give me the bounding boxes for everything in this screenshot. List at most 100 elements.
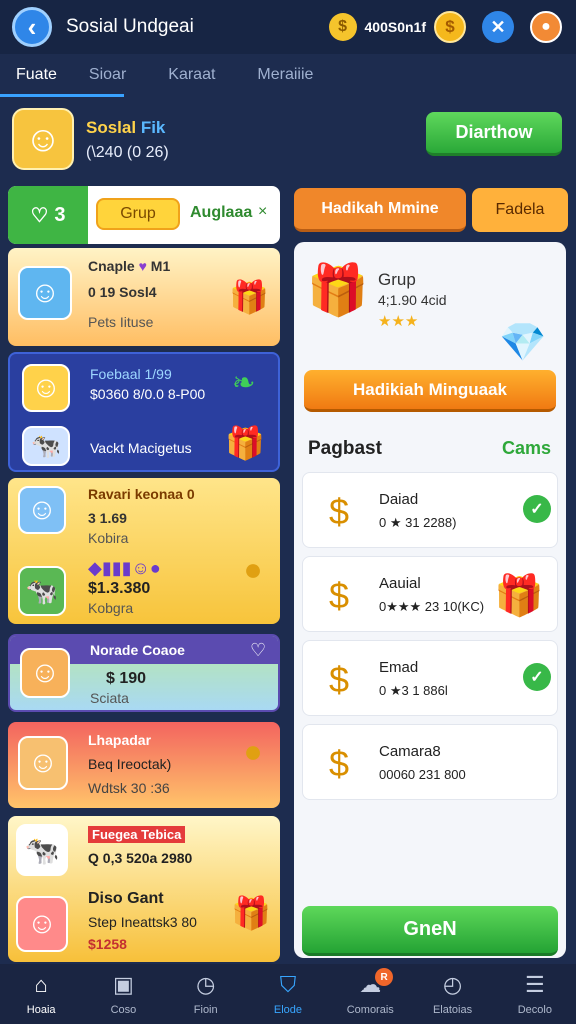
- group-price: $ 190: [106, 670, 147, 687]
- group-avatar: ☺: [18, 266, 72, 320]
- group-price: $1.3.380: [88, 580, 151, 597]
- profile-name: Soslal Fik: [86, 118, 166, 137]
- heart-icon: ♡: [250, 640, 267, 660]
- close-button[interactable]: ✕: [482, 11, 514, 43]
- dollar-coin-icon: $: [328, 491, 350, 532]
- tab-meraiiie[interactable]: Meraiiie: [241, 56, 329, 96]
- profile-header: ☺ Soslal Fik (\240 (0 26) Diarthow: [12, 108, 564, 172]
- clock-icon: ◷: [196, 972, 216, 997]
- coins-icon: ●: [243, 732, 263, 769]
- group-desc: Sciata: [90, 690, 129, 706]
- reward-row[interactable]: $ Daiad 0 ★ 31 2288) ✓: [302, 472, 558, 548]
- group-name: Norade Coaoe: [90, 642, 185, 658]
- group-card[interactable]: ☺ Lhapadar Beq Ireoctak) Wdtsk 30 :36 ●: [8, 722, 280, 808]
- nav-elode[interactable]: ⛉ Elode: [247, 964, 329, 1024]
- check-icon: ✓: [523, 663, 551, 691]
- gift-icon[interactable]: 🎁: [224, 422, 266, 464]
- group-price: $1258: [88, 936, 127, 952]
- group-list-header: ♡ 3 Grup Auglaaa ×: [8, 186, 280, 244]
- nav-home[interactable]: ⌂ Hoaia: [0, 964, 82, 1024]
- section-link[interactable]: Cams: [502, 438, 551, 459]
- badges-row: ◆▮▮▮☺●: [88, 558, 161, 578]
- group-card[interactable]: ☺ Cnaple ♥ M1 0 19 Sosl4 Pets Iituse 🎁: [8, 248, 280, 346]
- group-card[interactable]: ☺ Foebaal 1/99 $0360 8/0.0 8-P00 ❧ 🐄 Vac…: [8, 352, 280, 472]
- tab-bar: Fuate Sioar Karaat Meraiiie: [0, 56, 576, 96]
- coin-stack-icon: $: [328, 575, 350, 616]
- close-filter-button[interactable]: ×: [258, 203, 267, 221]
- heart-icon: ♡: [30, 204, 49, 227]
- reward-amount: 4;1.90 4cid: [378, 292, 447, 308]
- nav-comorais[interactable]: ☁ R Comorais: [329, 964, 411, 1024]
- tab-karaat[interactable]: Karaat: [152, 56, 231, 96]
- notification-badge: R: [375, 968, 394, 986]
- tab-fuate[interactable]: Fuate: [0, 56, 73, 96]
- gift-icon[interactable]: 🎁: [228, 276, 270, 318]
- tab-hadikah-mmine[interactable]: Hadikah Mmine: [294, 188, 466, 232]
- reward-stars: ★★★: [378, 313, 419, 330]
- group-card[interactable]: ☺ Norade Coaoe $ 190 Sciata ♡: [8, 634, 280, 712]
- tab-sioar[interactable]: Sioar: [73, 56, 142, 96]
- leaf-icon: ❧: [232, 367, 256, 398]
- group-avatar: ☺: [22, 364, 70, 412]
- balance-text: 400S0n1f: [364, 19, 426, 35]
- reward-row[interactable]: $ Aauial 0★★★ 23 10(KC) 🎁: [302, 556, 558, 632]
- reward-row-value: 0 ★ 31 2288): [379, 515, 457, 530]
- rewards-content: 🎁 Grup 4;1.90 4cid ★★★ 💎 Hadikiah Mingua…: [294, 242, 566, 958]
- gift-icon: 🎁: [306, 261, 370, 318]
- profile-avatar[interactable]: ☺: [12, 108, 74, 170]
- reward-row-title: Aauial: [379, 575, 421, 592]
- reward-row-value: 00060 231 800: [379, 767, 466, 782]
- reward-row[interactable]: $ Camara8 00060 231 800: [302, 724, 558, 800]
- cow-avatar: 🐄: [18, 566, 66, 616]
- group-avatar: ☺: [18, 736, 68, 790]
- reward-row-title: Emad: [379, 659, 419, 676]
- claim-reward-button[interactable]: Hadikiah Minguaak: [304, 370, 556, 412]
- nav-fioin[interactable]: ◷ Fioin: [165, 964, 247, 1024]
- nav-label: Fioin: [193, 1004, 218, 1016]
- group-name: Ravari keonaa 0: [88, 486, 195, 502]
- group-desc: Kobira: [88, 530, 129, 546]
- group-name: Fuegea Tebica: [88, 826, 186, 843]
- group-card[interactable]: ☺ Ravari keonaa 0 3 1.69 Kobira ◆▮▮▮☺● 🐄…: [8, 478, 280, 624]
- nav-coso[interactable]: ▣ Coso: [82, 964, 164, 1024]
- group-name: Foebaal 1/99: [90, 366, 172, 382]
- reward-row-value: 0★★★ 23 10(KC): [379, 599, 485, 614]
- coins-icon: ●: [243, 550, 263, 587]
- group-card[interactable]: 🐄 Fuegea Tebica Q 0,3 520a 2980 ☺ Diso G…: [8, 816, 280, 962]
- cow-avatar: 🐄: [22, 426, 70, 466]
- section-title: Pagbast: [308, 438, 382, 459]
- group-members: Q 0,3 520a 2980: [88, 850, 193, 866]
- tab-fadela[interactable]: Fadela: [472, 188, 568, 232]
- app-title: Sosial Undgeai: [66, 16, 194, 37]
- gem-chest-icon: 💎: [499, 322, 547, 364]
- gift-icon[interactable]: 🎁: [230, 892, 272, 934]
- nav-decolo[interactable]: ☰ Decolo: [494, 964, 576, 1024]
- reward-row[interactable]: $ Emad 0 ★3 1 886l ✓: [302, 640, 558, 716]
- group-desc: Vackt Macigetus: [90, 440, 192, 456]
- coin-icon: $: [328, 13, 357, 41]
- bottom-nav: ⌂ Hoaia ▣ Coso ◷ Fioin ⛉ Elode ☁ R Comor…: [0, 964, 576, 1024]
- check-icon: ✓: [523, 495, 551, 523]
- group-name: Cnaple ♥ M1: [88, 258, 171, 274]
- group-name: Lhapadar: [88, 732, 152, 748]
- confirm-button[interactable]: GneN: [302, 906, 558, 956]
- likes-counter[interactable]: ♡ 3: [8, 186, 88, 244]
- reward-row-title: Daiad: [379, 491, 419, 508]
- dollar-coin-icon: $: [328, 659, 350, 700]
- nav-label: Comorais: [346, 1004, 394, 1016]
- download-button[interactable]: Diarthow: [426, 112, 562, 156]
- user-avatar-button[interactable]: ●: [530, 11, 562, 43]
- nav-label: Hoaia: [26, 1004, 56, 1016]
- nav-elatoias[interactable]: ◴ Elatoias: [411, 964, 493, 1024]
- nav-label: Coso: [110, 1004, 137, 1016]
- grup-button[interactable]: Grup: [96, 198, 180, 230]
- nav-label: Elode: [273, 1004, 303, 1016]
- group-filter-label: Auglaaa: [190, 204, 253, 221]
- dollar-coin-icon[interactable]: $: [434, 11, 466, 43]
- shield-icon: ⛉: [279, 972, 297, 997]
- group-avatar: ☺: [16, 896, 68, 952]
- group-sub: Kobgra: [88, 600, 134, 616]
- document-icon: ☰: [524, 972, 545, 997]
- back-button[interactable]: ‹: [12, 7, 52, 47]
- group-members: Beq Ireoctak): [88, 756, 172, 772]
